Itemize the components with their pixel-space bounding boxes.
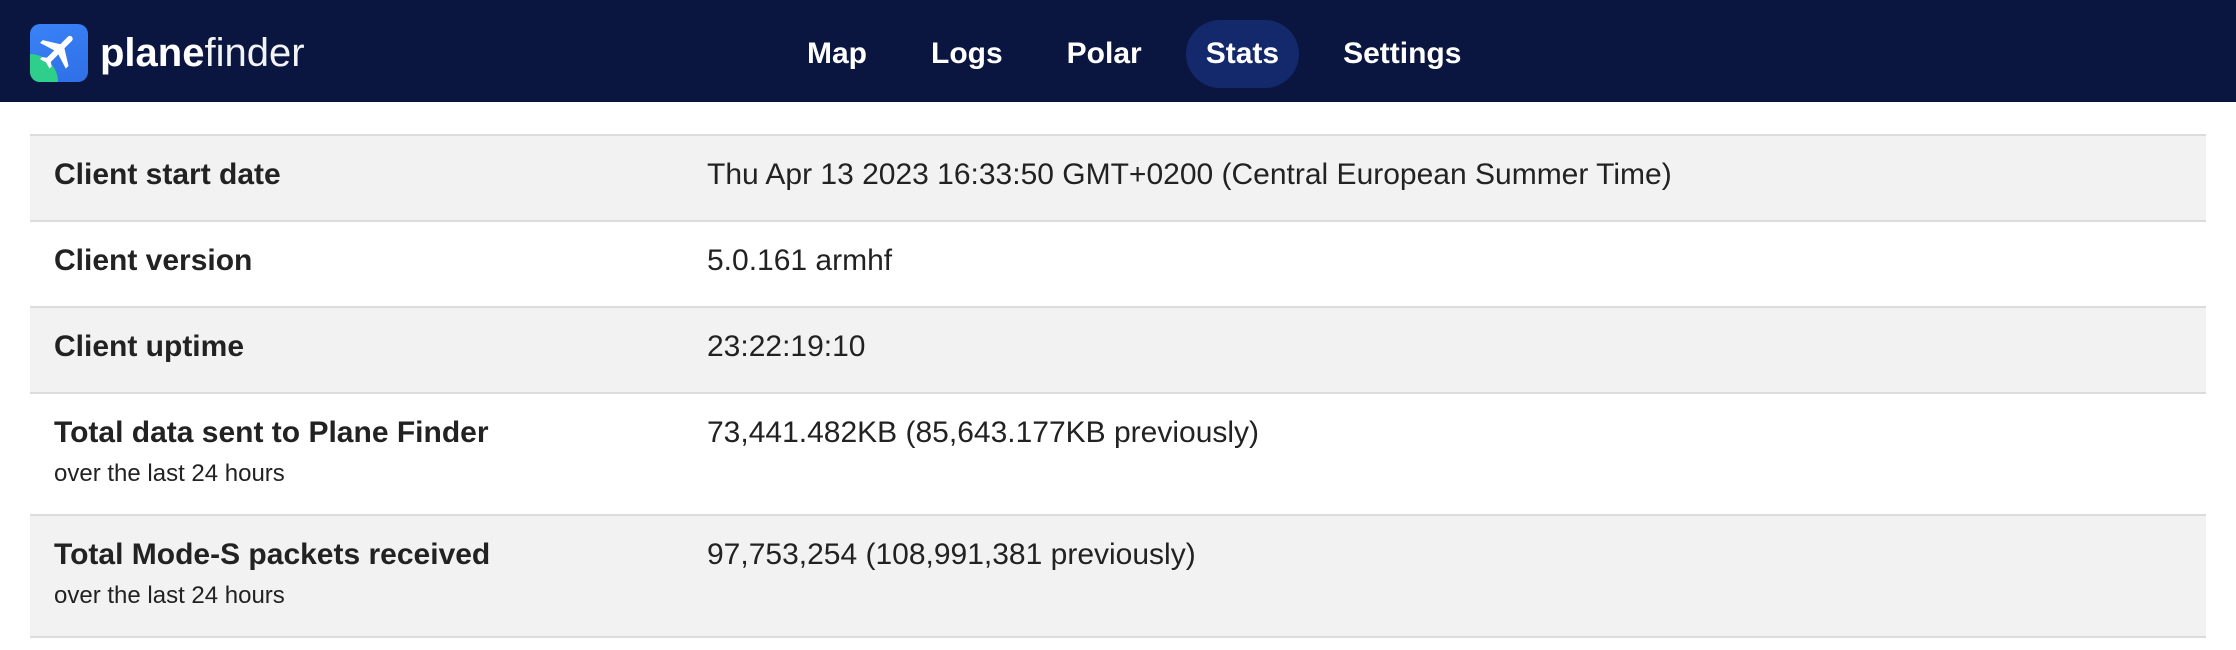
row-value: 23:22:19:10 <box>707 330 866 363</box>
nav-polar[interactable]: Polar <box>1047 20 1162 88</box>
row-value: 97,753,254 (108,991,381 previously) <box>707 538 1196 571</box>
plane-logo-icon <box>30 24 88 82</box>
main-nav: Map Logs Polar Stats Settings <box>775 20 1493 88</box>
row-sublabel: over the last 24 hours <box>54 582 285 609</box>
nav-logs[interactable]: Logs <box>911 20 1023 88</box>
row-label: Total Mode-S packets received <box>54 538 491 571</box>
table-row: Client uptime 23:22:19:10 <box>30 308 2206 394</box>
nav-map[interactable]: Map <box>787 20 887 88</box>
brand-name-light: finder <box>204 31 305 75</box>
row-label: Client start date <box>54 158 281 191</box>
row-label: Client version <box>54 244 253 277</box>
table-row: Client version 5.0.161 armhf <box>30 222 2206 308</box>
table-row: Total Mode-S packets received over the l… <box>30 516 2206 638</box>
row-value: 5.0.161 armhf <box>707 244 893 277</box>
nav-stats[interactable]: Stats <box>1185 20 1300 88</box>
planefinder-logo[interactable]: planefinder <box>30 24 305 82</box>
top-navbar: planefinder Map Logs Polar Stats Setting… <box>0 0 2236 102</box>
row-label: Client uptime <box>54 330 245 363</box>
row-value: Thu Apr 13 2023 16:33:50 GMT+0200 (Centr… <box>707 158 1672 191</box>
row-sublabel: over the last 24 hours <box>54 460 285 487</box>
nav-settings[interactable]: Settings <box>1323 20 1481 88</box>
brand-name-bold: plane <box>100 31 205 75</box>
row-label: Total data sent to Plane Finder <box>54 416 489 449</box>
table-row: Client start date Thu Apr 13 2023 16:33:… <box>30 136 2206 222</box>
row-value: 73,441.482KB (85,643.177KB previously) <box>707 416 1260 449</box>
brand-name: planefinder <box>100 33 305 73</box>
table-row: Total data sent to Plane Finder over the… <box>30 394 2206 516</box>
stats-table: Client start date Thu Apr 13 2023 16:33:… <box>30 134 2206 638</box>
